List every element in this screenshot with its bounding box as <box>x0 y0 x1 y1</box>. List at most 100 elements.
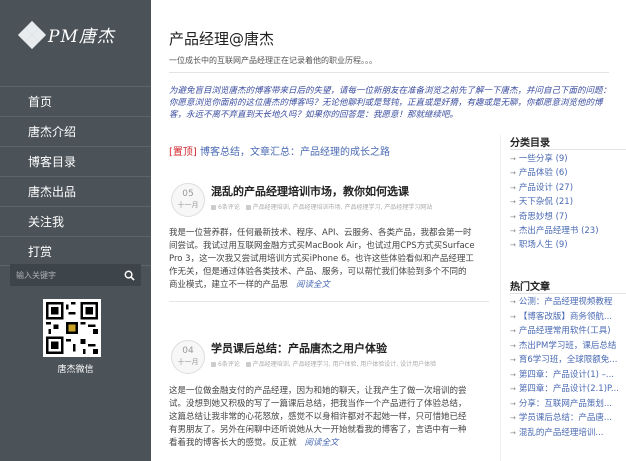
post-day: 04 <box>182 346 194 356</box>
sidebar: PM唐杰 首页 唐杰介绍 博客目录 唐杰出品 关注我 打赏 唐杰微信 <box>0 0 151 461</box>
arrow-right-icon: → <box>510 414 516 422</box>
pinned-post-link[interactable]: [置顶] 博客总结，文章汇总：产品经理的成长之路 <box>169 143 489 158</box>
hot-post-item[interactable]: → 混乱的产品经理培训... <box>510 426 626 441</box>
category-item[interactable]: → 一些分享 (9) <box>510 152 626 166</box>
pinned-tag: [置顶] <box>169 147 197 158</box>
category-item[interactable]: → 产品体验 (6) <box>510 166 626 180</box>
post-tag[interactable]: 产品经理学习 <box>344 204 380 211</box>
post-tag[interactable]: 设计用户体验 <box>400 361 436 368</box>
excerpt-line: 看着我的博客长大的感觉。反正就 <box>169 438 297 448</box>
column-divider <box>500 135 501 461</box>
post-tag[interactable]: 产品经理培训市场 <box>293 204 341 211</box>
page-subtitle: 一位成长中的互联网产品经理正在记录着他的职业历程。。。 <box>169 56 377 65</box>
intro-text: 为避免盲目浏览唐杰的博客带来日后的失望，请每一位新朋友在准备浏览之前先了解一下唐… <box>169 85 624 121</box>
hot-post-item[interactable]: → 第四章：产品设计(1) –... <box>510 368 626 383</box>
arrow-right-icon: → <box>510 399 516 408</box>
arrow-right-icon: → <box>510 226 516 235</box>
category-item[interactable]: → 职场人生 (9) <box>510 238 626 252</box>
post-title[interactable]: 学员课后总结：产品唐杰之用户体验 <box>211 340 387 356</box>
read-more-link[interactable]: 阅读全文 <box>296 280 330 290</box>
post-title[interactable]: 混乱的产品经理培训市场，教你如何选课 <box>211 183 409 199</box>
categories-heading: 分类目录 <box>510 138 550 149</box>
arrow-right-icon: → <box>510 298 516 306</box>
excerpt-line: 这篇总结让我非常的心花怒放，感觉不以身相许都对不起她一样，只可惜她已经 <box>169 412 467 422</box>
arrow-right-icon: → <box>510 327 516 335</box>
hot-post-item[interactable]: → 学员课后总结：产品唐... <box>510 411 626 426</box>
post-meta: 6条评论 产品经理培训, 产品经理培训市场, 产品经理学习, 产品经理学习网站 <box>211 202 432 211</box>
arrow-right-icon: → <box>510 312 516 321</box>
post-month: 十一月 <box>177 201 199 209</box>
arrow-right-icon: → <box>510 428 516 437</box>
post-tag[interactable]: 产品经理培训 <box>253 361 289 368</box>
logo[interactable]: PM唐杰 <box>17 20 115 49</box>
category-item[interactable]: → 天下杂侃 (21) <box>510 195 626 209</box>
comment-icon <box>211 362 216 367</box>
hot-post-item[interactable]: → 【博客改版】商务领航... <box>510 310 626 325</box>
post-tag[interactable]: 产品经理学习网站 <box>384 204 432 211</box>
excerpt-line: Pro 3，这一次我又尝试用培训方式买iPhone 6。也许这些体验看似和产品经… <box>169 254 474 264</box>
post-list: [置顶] 博客总结，文章汇总：产品经理的成长之路 05 十一月 混乱的产品经理培… <box>169 143 489 448</box>
hot-post-item[interactable]: → 公测：产品经理视频教程 <box>510 295 626 310</box>
nav-item-donate[interactable]: 打赏 <box>0 236 151 266</box>
arrow-right-icon: → <box>510 155 516 163</box>
category-item[interactable]: → 杰出产品经理书 (23) <box>510 224 626 238</box>
category-item[interactable]: → 产品设计 (27) <box>510 181 626 195</box>
search-box <box>10 264 141 286</box>
qr-caption: 唐杰微信 <box>57 365 94 375</box>
nav-item-blog-index[interactable]: 博客目录 <box>0 146 151 176</box>
hot-post-item[interactable]: → 育6学习班，全球限额免... <box>510 353 626 368</box>
post-tag[interactable]: 用户体验 <box>332 361 356 368</box>
arrow-right-icon: → <box>510 183 516 192</box>
read-more-link[interactable]: 阅读全文 <box>305 438 339 448</box>
post-tag[interactable]: 产品经理培训 <box>253 204 289 211</box>
categories-list: → 一些分享 (9) → 产品体验 (6) → 产品设计 (27) → 天下杂侃 (21… <box>510 152 626 253</box>
arrow-right-icon: → <box>510 356 516 364</box>
hot-post-item[interactable]: → 产品经理常用软件(工具) <box>510 324 626 339</box>
sidebar-nav: 首页 唐杰介绍 博客目录 唐杰出品 关注我 打赏 <box>0 86 151 266</box>
post-excerpt: 这是一位做金融支付的产品经理，因为和她的聊天，让我产生了做一次培训的尝 试。没想… <box>169 385 491 450</box>
hot-post-item[interactable]: → 分享：互联网产品策划... <box>510 397 626 412</box>
intro-line: 客，永远不离不弃直到天长地久吗？如果你的回答是：我愿意！那就继续吧。 <box>169 110 459 120</box>
hot-posts-heading: 热门文章 <box>510 282 550 293</box>
intro-line: 你愿意浏览你面前的这位唐杰的博客吗？无论他聊利或是驽钝，正直或是奸猾，有趣或是无… <box>169 98 603 108</box>
post-excerpt: 我是一位营养群，任何最新技术、程序、API、云服务、各类产品，我都会第一时 间尝… <box>169 227 491 292</box>
arrow-right-icon: → <box>510 169 516 178</box>
hot-post-item[interactable]: → 杰出PM学习班，课后总结 <box>510 339 626 354</box>
post-comments[interactable]: 6条评论 <box>218 361 240 368</box>
post-date-badge: 04 十一月 <box>171 340 205 374</box>
post-day: 05 <box>182 189 194 199</box>
page-title[interactable]: 产品经理@唐杰 <box>169 28 274 49</box>
excerpt-line: 作无关，但是通过体验各类技术、产品、服务，可以帮忙我们体验到多个不同的 <box>169 267 467 277</box>
post-date-badge: 05 十一月 <box>171 183 205 217</box>
post-tag[interactable]: 产品经理学习 <box>293 361 329 368</box>
post-divider <box>169 301 489 302</box>
excerpt-line: 我是一位营养群，任何最新技术、程序、API、云服务、各类产品，我都会第一时 <box>169 228 472 238</box>
logo-text: PM唐杰 <box>48 27 115 47</box>
excerpt-line: 有男朋友了。另外在闲聊中还听说她从大一开始就看我的博客了，言语中有一种 <box>169 425 467 435</box>
nav-item-follow[interactable]: 关注我 <box>0 206 151 236</box>
wechat-qr-code <box>43 299 101 357</box>
intro-line: 为避免盲目浏览唐杰的博客带来日后的失望，请每一位新朋友在准备浏览之前先了解一下唐… <box>169 86 612 96</box>
hot-post-item[interactable]: → 第四章：产品设计(2.1)P... <box>510 382 626 397</box>
post-meta: 6条评论 产品经理培训, 产品经理学习, 用户体验, 用户体验设计, 设计用户体… <box>211 359 436 368</box>
hot-posts-divider <box>510 293 626 294</box>
header-divider <box>169 72 609 73</box>
arrow-right-icon: → <box>510 385 516 393</box>
pinned-title: 博客总结，文章汇总：产品经理的成长之路 <box>200 147 390 158</box>
nav-item-home[interactable]: 首页 <box>0 86 151 116</box>
logo-diamond-icon <box>17 20 47 49</box>
nav-item-about[interactable]: 唐杰介绍 <box>0 116 151 146</box>
excerpt-line: 商业模式，建立不一样的产品思 <box>169 280 289 290</box>
search-input[interactable] <box>16 266 124 284</box>
arrow-right-icon: → <box>510 341 516 350</box>
post-month: 十一月 <box>177 358 199 366</box>
post-comments[interactable]: 6条评论 <box>218 204 240 211</box>
arrow-right-icon: → <box>510 212 516 221</box>
arrow-right-icon: → <box>510 198 516 207</box>
category-item[interactable]: → 奇思妙想 (7) <box>510 210 626 224</box>
post-tag[interactable]: 用户体验设计 <box>360 361 396 368</box>
main-content: 产品经理@唐杰 一位成长中的互联网产品经理正在记录着他的职业历程。。。 为避免盲… <box>151 0 626 461</box>
hot-posts-list: → 公测：产品经理视频教程 → 【博客改版】商务领航... → 产品经理常用软件(工具… <box>510 295 626 440</box>
search-icon[interactable] <box>124 270 135 281</box>
nav-item-products[interactable]: 唐杰出品 <box>0 176 151 206</box>
